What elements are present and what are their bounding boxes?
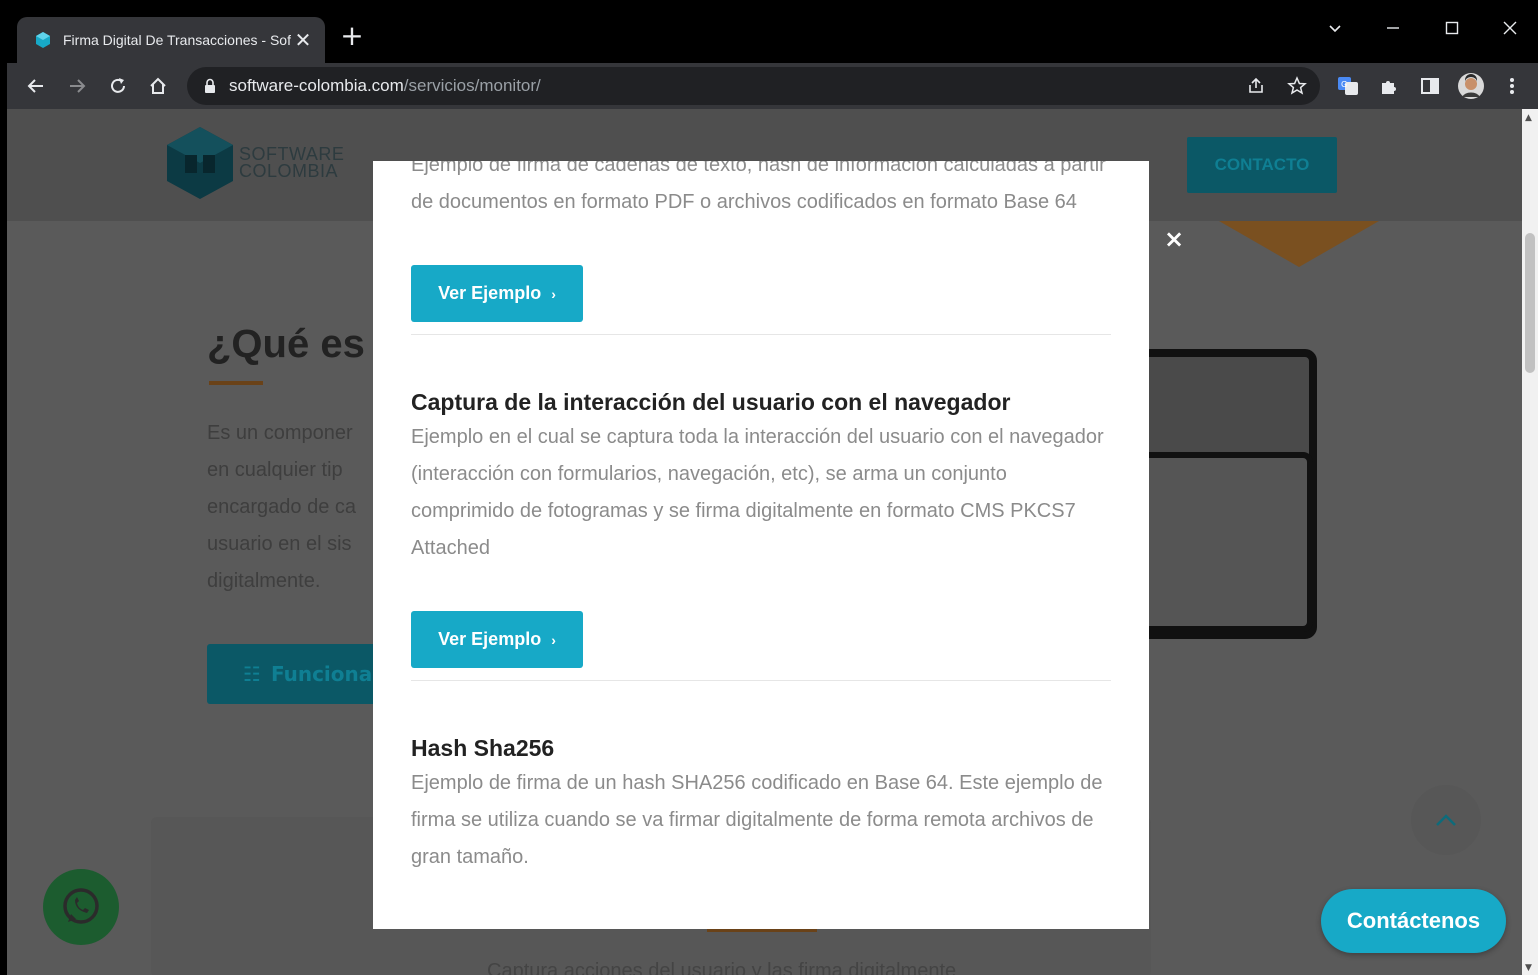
back-icon[interactable] [21,71,51,101]
reload-icon[interactable] [103,71,133,101]
laptop-screen-illustration [1137,452,1313,632]
url-text: software-colombia.com/servicios/monitor/ [229,76,541,96]
site-logo[interactable]: SOFTWARE COLOMBIA [167,127,344,199]
tab-close-icon[interactable]: ✕ [291,28,315,52]
decorative-triangle [1219,221,1379,267]
divider [411,334,1111,335]
divider [411,680,1111,681]
function-button-label: Funciona [270,662,373,686]
scroll-up-arrow-icon[interactable]: ▲ [1525,113,1532,123]
scroll-top-button[interactable] [1411,785,1481,855]
list-icon: ☷ [243,662,261,686]
page-viewport: SOFTWARE COLOMBIA CONTACTO ¿Qué es Es un… [7,109,1522,975]
tab-title: Firma Digital De Transacciones - Softwar… [63,32,291,48]
home-icon[interactable] [143,71,173,101]
paragraph-line: encargado de ca [207,496,357,518]
profile-avatar[interactable] [1456,71,1486,101]
bookmark-star-icon[interactable] [1282,71,1312,101]
example-title: Hash Sha256 [411,735,555,761]
modal-content: Ejemplo de firma de cadenas de texto, ha… [411,161,1111,876]
bottom-card-text: Captura acciones del usuario y las firma… [487,960,957,975]
paragraph-line: Es un componer [207,422,353,444]
site-favicon-icon [36,32,50,48]
ver-ejemplo-button[interactable]: Ver Ejemplo › [411,611,583,668]
browser-toolbar: software-colombia.com/servicios/monitor/… [7,63,1538,109]
example-description: Ejemplo de firma de un hash SHA256 codif… [411,772,1103,868]
new-tab-button[interactable]: + [337,21,367,51]
paragraph-line: usuario en el sis [207,533,352,555]
logo-cube-icon [167,127,233,199]
side-panel-icon[interactable] [1415,71,1445,101]
modal-close-icon[interactable]: × [1162,227,1186,251]
url-domain: software-colombia.com [229,76,404,95]
chevron-up-icon [1436,814,1456,826]
browser-window: Firma Digital De Transacciones - Softwar… [7,7,1538,975]
example-title: Captura de la interacción del usuario co… [411,389,1011,415]
whatsapp-button[interactable] [43,869,119,945]
chevron-right-icon: › [551,285,556,302]
tab-search-icon[interactable] [1315,13,1355,43]
scroll-down-arrow-icon[interactable]: ▼ [1525,963,1532,973]
contact-floating-button[interactable]: Contáctenos [1321,889,1506,953]
logo-line-2: COLOMBIA [239,161,339,181]
ver-ejemplo-button[interactable]: Ver Ejemplo › [411,265,583,322]
address-bar[interactable]: software-colombia.com/servicios/monitor/ [187,67,1320,105]
lock-icon [205,78,215,93]
paragraph-line: digitalmente. [207,570,321,592]
examples-modal: Ejemplo de firma de cadenas de texto, ha… [373,161,1149,929]
forward-icon[interactable] [62,71,92,101]
section-heading: ¿Qué es [207,322,365,366]
maximize-icon[interactable] [1432,13,1472,43]
example-description: Ejemplo de firma de cadenas de texto, ha… [411,161,1106,213]
translate-extension-icon[interactable]: G [1333,71,1363,101]
scrollbar-thumb[interactable] [1525,233,1535,373]
share-icon[interactable] [1241,71,1271,101]
url-path: /servicios/monitor/ [403,76,541,95]
whatsapp-icon [63,888,99,924]
close-window-icon[interactable] [1490,13,1530,43]
browser-tab[interactable]: Firma Digital De Transacciones - Softwar… [17,17,325,63]
example-description: Ejemplo en el cual se captura toda la in… [411,426,1104,559]
ver-ejemplo-label: Ver Ejemplo [438,629,542,649]
svg-text:G: G [1341,80,1347,89]
ver-ejemplo-label: Ver Ejemplo [438,283,542,303]
logo-text: SOFTWARE COLOMBIA [239,145,344,181]
chrome-menu-icon[interactable] [1497,71,1527,101]
tab-strip: Firma Digital De Transacciones - Softwar… [7,7,1538,63]
header-contact-button[interactable]: CONTACTO [1187,137,1337,193]
section-paragraph: Es un componer en cualquier tip encargad… [207,415,356,600]
extensions-puzzle-icon[interactable] [1374,71,1404,101]
minimize-icon[interactable] [1373,13,1413,43]
page-scrollbar[interactable]: ▲ ▼ [1522,109,1538,975]
chevron-right-icon: › [551,631,556,648]
paragraph-line: en cualquier tip [207,459,343,481]
heading-underline [209,381,263,385]
